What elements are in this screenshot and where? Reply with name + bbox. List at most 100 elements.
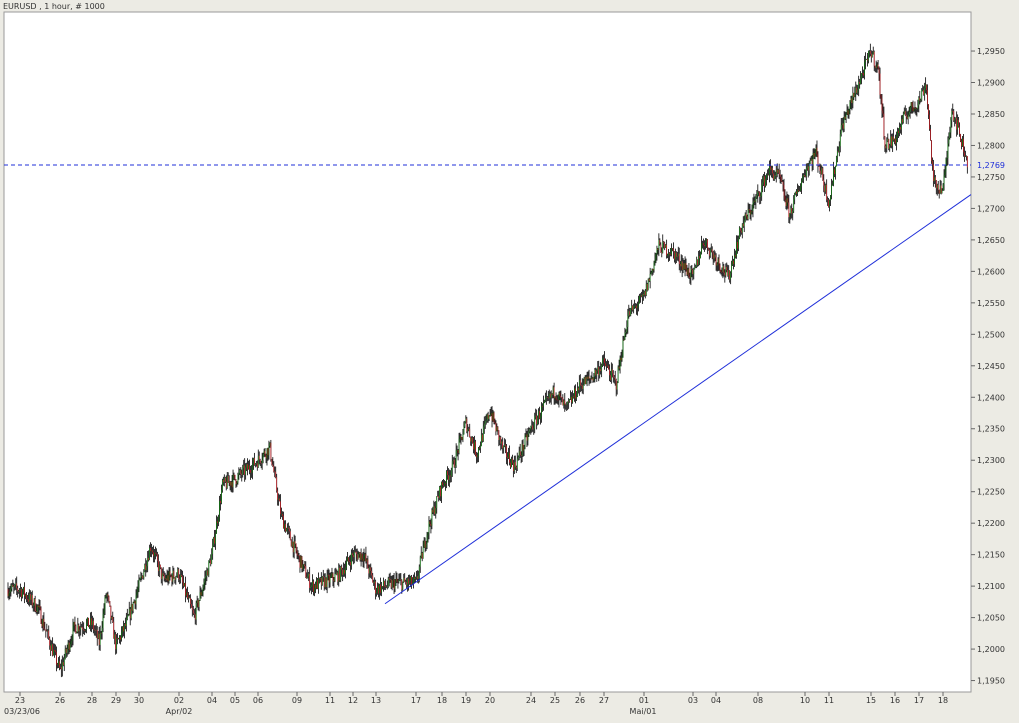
candle-up bbox=[499, 437, 501, 441]
candle-down bbox=[34, 598, 36, 612]
y-tick-label: 1,2500 bbox=[977, 330, 1005, 339]
candle-down bbox=[273, 465, 275, 472]
candle-down bbox=[265, 455, 267, 459]
x-tick-label: 18 bbox=[437, 696, 447, 705]
candle-down bbox=[768, 174, 769, 176]
candle-down bbox=[37, 605, 39, 608]
candle-up bbox=[137, 587, 139, 592]
candle-down bbox=[707, 239, 708, 249]
candle-down bbox=[414, 577, 415, 579]
candle-down bbox=[664, 242, 666, 248]
candle-up bbox=[268, 445, 270, 456]
candle-up bbox=[462, 434, 464, 440]
candle-down bbox=[497, 426, 499, 431]
candle-up bbox=[255, 463, 257, 465]
candle-down bbox=[556, 399, 558, 401]
candle-down bbox=[740, 230, 742, 233]
candle-up bbox=[695, 266, 697, 268]
candle-down bbox=[522, 443, 524, 451]
candle-down bbox=[532, 425, 534, 430]
candle-down bbox=[510, 462, 511, 468]
candle-up bbox=[314, 584, 315, 592]
candle-up bbox=[428, 521, 430, 533]
candle-down bbox=[41, 623, 43, 627]
candle-down bbox=[764, 176, 765, 187]
candle-up bbox=[319, 578, 321, 579]
candle-up bbox=[204, 577, 206, 583]
candle-up bbox=[340, 566, 342, 581]
candle-down bbox=[100, 632, 102, 634]
candle-up bbox=[326, 574, 328, 587]
candle-up bbox=[269, 442, 271, 446]
candle-down bbox=[185, 583, 186, 596]
candle-down bbox=[27, 599, 28, 600]
candle-down bbox=[745, 213, 747, 217]
candle-up bbox=[184, 583, 185, 586]
candle-down bbox=[479, 447, 480, 449]
candle-down bbox=[607, 365, 608, 367]
candle-up bbox=[15, 583, 17, 586]
candle-up bbox=[962, 138, 963, 147]
candle-up bbox=[696, 259, 698, 267]
candle-up bbox=[379, 584, 380, 594]
candle-down bbox=[608, 365, 609, 370]
candle-up bbox=[417, 575, 419, 579]
candle-up bbox=[540, 416, 541, 419]
candle-down bbox=[869, 50, 871, 54]
candle-up bbox=[281, 513, 282, 515]
candle-down bbox=[604, 358, 605, 364]
candle-down bbox=[400, 579, 402, 581]
candle-up bbox=[949, 132, 951, 138]
candle-down bbox=[294, 541, 296, 544]
candle-up bbox=[166, 575, 168, 581]
candle-up bbox=[90, 618, 91, 626]
candle-up bbox=[627, 315, 629, 327]
candle-up bbox=[622, 339, 624, 357]
candle-up bbox=[19, 590, 20, 592]
candle-up bbox=[908, 111, 910, 115]
candle-up bbox=[892, 136, 893, 146]
candle-down bbox=[904, 111, 906, 115]
candle-up bbox=[871, 54, 873, 58]
candle-up bbox=[66, 648, 68, 653]
candle-down bbox=[493, 412, 495, 423]
candle-down bbox=[214, 537, 215, 544]
candle-down bbox=[277, 490, 279, 500]
candle-up bbox=[79, 629, 81, 632]
candle-down bbox=[827, 199, 828, 201]
candle-up bbox=[483, 423, 485, 427]
candle-down bbox=[26, 594, 27, 600]
candle-down bbox=[52, 644, 53, 656]
candle-up bbox=[665, 244, 667, 248]
candle-up bbox=[631, 305, 633, 309]
candle-down bbox=[729, 270, 731, 280]
y-tick-label: 1,2900 bbox=[977, 79, 1005, 88]
candle-down bbox=[181, 574, 182, 577]
candle-down bbox=[613, 377, 615, 378]
candle-up bbox=[452, 459, 454, 462]
candle-down bbox=[611, 369, 613, 374]
candle-down bbox=[470, 436, 472, 442]
candle-down bbox=[429, 521, 431, 525]
y-tick-label: 1,2300 bbox=[977, 456, 1005, 465]
candle-up bbox=[747, 209, 749, 220]
y-tick-label: 1,2550 bbox=[977, 299, 1005, 308]
candle-up bbox=[594, 370, 596, 377]
candle-up bbox=[554, 396, 556, 399]
candle-up bbox=[744, 213, 746, 221]
x-month-label: 03/23/06 bbox=[4, 707, 40, 716]
y-tick-label: 1,2700 bbox=[977, 204, 1005, 213]
candle-up bbox=[517, 456, 519, 459]
candle-up bbox=[741, 223, 743, 233]
candle-down bbox=[629, 311, 631, 316]
y-tick-label: 1,2650 bbox=[977, 236, 1005, 245]
candle-up bbox=[383, 581, 384, 587]
candle-up bbox=[840, 125, 842, 135]
candle-down bbox=[880, 94, 882, 99]
candle-down bbox=[663, 241, 665, 243]
candle-up bbox=[756, 195, 758, 198]
candle-up bbox=[650, 272, 652, 274]
candle-down bbox=[758, 191, 760, 193]
y-tick-label: 1,2100 bbox=[977, 582, 1005, 591]
candle-down bbox=[632, 305, 634, 311]
